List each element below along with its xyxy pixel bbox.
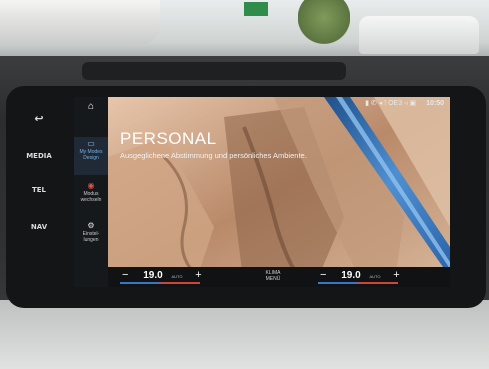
modes-icon: ◉ [87,181,95,190]
climate-zone-right: − 19.0 AUTO + [320,269,400,281]
temp-down-left-button[interactable]: − [122,269,128,281]
menu-label: MENÜ [265,276,281,282]
klima-menu-button[interactable]: KLIMA MENÜ [253,270,293,282]
temp-bar-left [120,282,200,284]
menu-label: lungen [83,237,99,243]
climate-zone-left: − 19.0 AUTO + [122,269,202,281]
status-right: ▮ ✆ ◂ ! OE3 ◃ ▣ 10:50 [365,99,444,107]
mode-title: PERSONAL [120,129,217,148]
temp-down-right-button[interactable]: − [320,269,326,281]
auto-label-right: AUTO [369,274,381,279]
temp-bar-right [318,282,398,284]
car-interior-photo: ↩ MEDIA TEL NAV ⌂ ▭ My Modes Design ◉ Mo… [0,0,489,369]
status-icons: ▮ ✆ ◂ ! [365,100,389,107]
media-button[interactable]: MEDIA [6,152,72,160]
home-icon[interactable]: ⌂ [74,101,108,115]
side-menu: ⌂ ▭ My Modes Design ◉ Modus wechseln ⚙ E… [74,97,108,287]
air-vent [82,62,346,80]
infotainment-screen: ⌂ ▭ My Modes Design ◉ Modus wechseln ⚙ E… [74,97,450,287]
parked-car-right [359,16,479,54]
temp-right: 19.0 [341,270,361,281]
mode-content: PERSONAL Ausgeglichene Abstimmung und pe… [108,107,450,267]
parked-car-left [0,0,160,45]
side-buttons: ↩ MEDIA TEL NAV [6,98,72,288]
temp-left: 19.0 [143,270,163,281]
dashboard-trim [0,300,489,369]
clock: 10:50 [426,100,444,107]
menu-item-modus-wechseln[interactable]: ◉ Modus wechseln [74,181,108,213]
green-sign [244,2,268,16]
status-icons-after: ◃ ▣ [404,100,417,107]
tel-button[interactable]: TEL [6,186,72,194]
tree [298,0,350,44]
back-arrow-icon[interactable]: ↩ [6,112,72,125]
menu-label: Design [83,155,99,161]
menu-item-my-modes-design[interactable]: ▭ My Modes Design [74,137,108,175]
climate-bar: − 19.0 AUTO + KLIMA MENÜ − 19.0 AUTO + [108,267,450,287]
image-icon: ▭ [87,139,95,148]
auto-label-left: AUTO [171,274,183,279]
menu-label: wechseln [80,197,102,203]
nav-button[interactable]: NAV [6,223,72,231]
temp-up-left-button[interactable]: + [195,269,201,281]
temp-up-right-button[interactable]: + [393,269,399,281]
gear-icon: ⚙ [87,221,95,230]
menu-item-einstellungen[interactable]: ⚙ Einstel- lungen [74,221,108,253]
radio-station: OE3 [388,100,403,107]
mode-description: Ausgeglichene Abstimmung und persönliche… [120,151,307,160]
